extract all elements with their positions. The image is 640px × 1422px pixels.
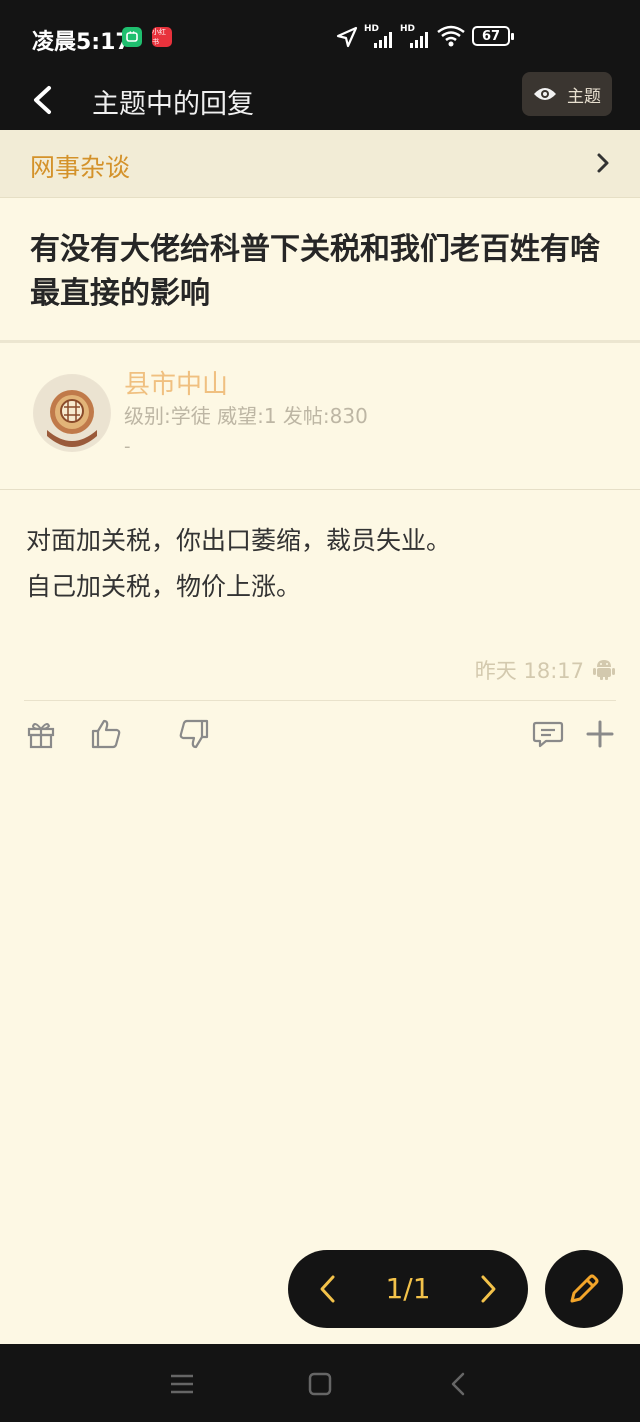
chevron-right-icon [597,153,609,173]
status-icons: HD HD 67 [336,24,606,50]
category-bar[interactable]: 网事杂谈 [0,130,640,198]
battery-tip [511,33,514,40]
comment-button[interactable] [530,716,566,752]
menu-nav-button[interactable] [167,1370,197,1398]
location-icon [336,26,358,48]
battery-icon: 67 [472,26,510,46]
post-line: 自己加关税，物价上涨。 [26,572,302,601]
xiaohongshu-icon: 小红书 [152,27,172,47]
home-nav-button[interactable] [305,1370,335,1398]
comment-icon [532,721,564,748]
diving-helmet-icon [34,375,110,451]
avatar[interactable] [33,374,111,452]
wifi-icon [437,25,465,47]
page-title: 主题中的回复 [92,89,254,120]
dislike-button[interactable] [176,716,212,752]
android-icon [593,660,615,680]
post-time: 昨天 18:17 [474,659,584,683]
pager: 1/1 [288,1250,528,1328]
plus-icon [586,720,614,748]
divider [0,340,640,343]
chevron-left-icon [451,1372,465,1396]
chevron-left-icon [34,86,51,114]
thumbs-up-icon [91,719,121,749]
back-nav-button[interactable] [443,1370,473,1398]
more-button[interactable] [582,716,618,752]
signal-icon-2 [410,32,428,48]
back-button[interactable] [22,78,62,122]
category-name: 网事杂谈 [30,153,131,182]
divider [24,700,616,701]
square-home-icon [308,1372,332,1396]
gift-icon [27,723,55,749]
signal-icon-1 [374,32,392,48]
pencil-icon [570,1274,599,1303]
view-topic-label: 主题 [567,86,601,107]
menu-icon [171,1374,193,1394]
view-topic-button[interactable]: 主题 [522,72,612,116]
battery-level: 67 [481,28,501,44]
status-time: 凌晨5:17 [32,30,131,55]
gift-button[interactable] [23,716,59,752]
compose-reply-button[interactable] [545,1250,623,1328]
status-bar: 凌晨5:17 小红书 HD HD 67 [0,0,640,70]
eye-icon [534,88,556,100]
next-page-button[interactable] [474,1269,504,1309]
author-meta: 级别:学徒 威望:1 发帖:830 [124,404,368,428]
author-signature: - [124,436,131,457]
divider [0,489,640,490]
app-notification-icon [122,27,142,47]
post-line: 对面加关税，你出口萎缩，裁员失业。 [26,526,452,555]
app-header: 主题中的回复 主题 [0,70,640,130]
like-button[interactable] [88,716,124,752]
topic-title: 有没有大佬给科普下关税和我们老百姓有啥最直接的影响 [30,232,600,311]
system-nav-bar [0,1344,640,1422]
author-name[interactable]: 县市中山 [124,364,228,401]
post-content: 对面加关税，你出口萎缩，裁员失业。 自己加关税，物价上涨。 [26,518,616,610]
thumbs-down-icon [179,719,209,749]
chevron-right-icon [481,1275,496,1303]
